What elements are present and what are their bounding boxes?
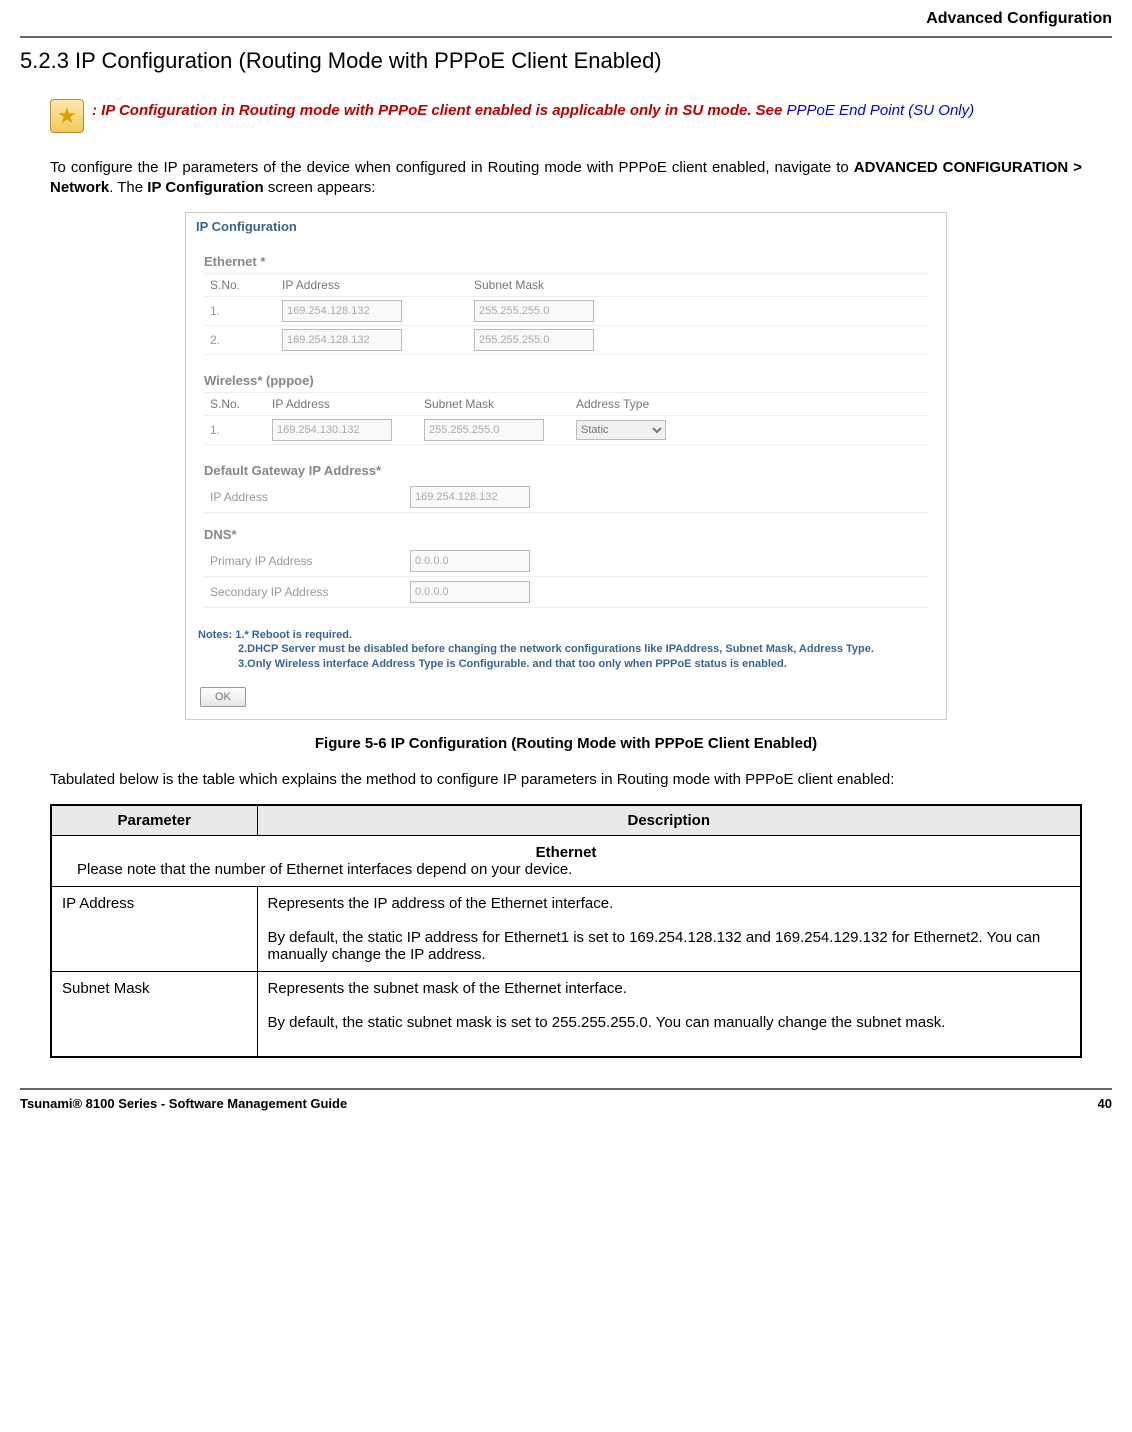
note-text: : IP Configuration in Routing mode with … [92, 99, 974, 121]
figure-caption: Figure 5-6 IP Configuration (Routing Mod… [20, 735, 1112, 752]
eth1-sno: 1. [204, 297, 276, 326]
section-ethernet-title: Ethernet [77, 844, 1055, 861]
param-subnetmask: Subnet Mask [51, 972, 257, 1058]
eth1-ip-input[interactable] [282, 300, 402, 322]
col-type: Address Type [570, 393, 716, 416]
page-footer: Tsunami® 8100 Series - Software Manageme… [20, 1088, 1112, 1117]
gw-label: IP Address [204, 490, 410, 504]
note-link-pppoe[interactable]: PPPoE End Point (SU Only) [787, 102, 975, 119]
eth2-ip-input[interactable] [282, 329, 402, 351]
ip-config-screenshot: IP Configuration Ethernet * S.No. IP Add… [185, 212, 947, 720]
star-icon: ★ [50, 99, 84, 133]
gw-input[interactable] [410, 486, 530, 508]
scr-dns-header: DNS* [204, 527, 928, 542]
parameter-table: Parameter Description Ethernet Please no… [50, 804, 1082, 1058]
desc-ipaddress-a: Represents the IP address of the Etherne… [268, 895, 1071, 912]
scr-wireless-header: Wireless* (pppoe) [204, 373, 928, 388]
desc-subnetmask: Represents the subnet mask of the Ethern… [257, 972, 1081, 1058]
page-header-right: Advanced Configuration [20, 0, 1112, 36]
top-rule [20, 36, 1112, 38]
wl1-mask-input[interactable] [424, 419, 544, 441]
scr-ethernet-table: S.No. IP Address Subnet Mask 1. 2. [204, 273, 928, 355]
notes-l2: 2.DHCP Server must be disabled before ch… [198, 642, 874, 656]
scr-dns-primary-row: Primary IP Address [204, 546, 928, 577]
scr-title: IP Configuration [186, 213, 946, 246]
th-description: Description [257, 805, 1081, 836]
table-row: 1. [204, 297, 928, 326]
note-text-red: : IP Configuration in Routing mode with … [92, 102, 787, 119]
notes-l3: 3.Only Wireless interface Address Type i… [198, 657, 787, 671]
note-box: ★ : IP Configuration in Routing mode wit… [50, 99, 1082, 133]
dns-secondary-label: Secondary IP Address [204, 585, 410, 599]
th-parameter: Parameter [51, 805, 257, 836]
scr-gateway-header: Default Gateway IP Address* [204, 463, 928, 478]
col-mask: Subnet Mask [418, 393, 570, 416]
col-ip: IP Address [276, 274, 468, 297]
dns-primary-label: Primary IP Address [204, 554, 410, 568]
notes-l1: Notes: 1.* Reboot is required. [198, 629, 352, 641]
footer-right: 40 [1098, 1096, 1112, 1111]
table-row: IP Address Represents the IP address of … [51, 887, 1081, 972]
wl1-ip-input[interactable] [272, 419, 392, 441]
body1a: To configure the IP parameters of the de… [50, 159, 854, 176]
intro-paragraph: To configure the IP parameters of the de… [50, 158, 1082, 197]
table-section-row: Ethernet Please note that the number of … [51, 836, 1081, 887]
table-row: 2. [204, 326, 928, 355]
desc-ipaddress: Represents the IP address of the Etherne… [257, 887, 1081, 972]
section-ethernet-sub: Please note that the number of Ethernet … [77, 861, 1055, 878]
param-ipaddress: IP Address [51, 887, 257, 972]
wl1-type-select[interactable]: Static [576, 420, 666, 440]
desc-subnetmask-a: Represents the subnet mask of the Ethern… [268, 980, 1071, 997]
table-row: Subnet Mask Represents the subnet mask o… [51, 972, 1081, 1058]
col-ip: IP Address [266, 393, 418, 416]
footer-left: Tsunami® 8100 Series - Software Manageme… [20, 1096, 347, 1111]
col-mask: Subnet Mask [468, 274, 636, 297]
dns-primary-input[interactable] [410, 550, 530, 572]
dns-secondary-input[interactable] [410, 581, 530, 603]
eth2-mask-input[interactable] [474, 329, 594, 351]
section-heading: 5.2.3 IP Configuration (Routing Mode wit… [20, 48, 1112, 74]
scr-dns-secondary-row: Secondary IP Address [204, 577, 928, 608]
body2: Tabulated below is the table which expla… [50, 770, 1082, 790]
table-row: 1. Static [204, 416, 928, 445]
scr-ethernet-header: Ethernet * [204, 254, 928, 269]
eth2-sno: 2. [204, 326, 276, 355]
col-sno: S.No. [204, 393, 266, 416]
scr-gateway-row: IP Address [204, 482, 928, 513]
scr-wireless-table: S.No. IP Address Subnet Mask Address Typ… [204, 392, 928, 445]
ok-button[interactable]: OK [200, 687, 246, 707]
scr-notes: Notes: 1.* Reboot is required. 2.DHCP Se… [186, 618, 946, 681]
body1e: screen appears: [264, 179, 376, 196]
wl1-sno: 1. [204, 416, 266, 445]
body1d: IP Configuration [147, 179, 263, 196]
eth1-mask-input[interactable] [474, 300, 594, 322]
col-sno: S.No. [204, 274, 276, 297]
body1c: . The [109, 179, 147, 196]
desc-subnetmask-b: By default, the static subnet mask is se… [268, 1014, 1071, 1031]
desc-ipaddress-b: By default, the static IP address for Et… [268, 929, 1071, 963]
